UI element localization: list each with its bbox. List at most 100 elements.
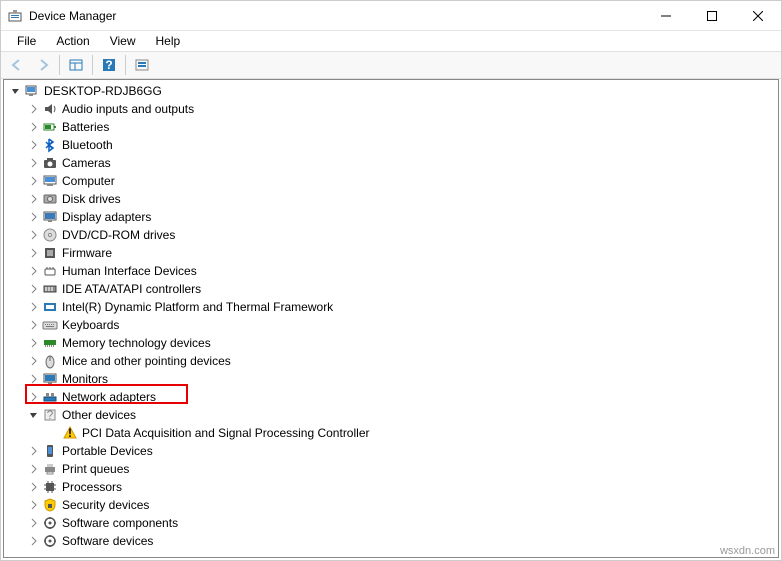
computer-icon: [42, 173, 58, 189]
expand-arrow-icon[interactable]: [26, 191, 42, 207]
expand-arrow-icon[interactable]: [26, 137, 42, 153]
app-icon: [7, 8, 23, 24]
maximize-button[interactable]: [689, 1, 735, 31]
tree-item-label: Software components: [62, 516, 178, 530]
expand-arrow-icon[interactable]: [26, 533, 42, 549]
tree-item-audio[interactable]: Audio inputs and outputs: [4, 100, 778, 118]
expand-arrow-icon[interactable]: [26, 299, 42, 315]
tree-child-item[interactable]: !PCI Data Acquisition and Signal Process…: [4, 424, 778, 442]
expand-arrow-icon[interactable]: [26, 335, 42, 351]
tree-item-label: Computer: [62, 174, 115, 188]
menu-view[interactable]: View: [102, 32, 144, 50]
tree-item-firmware[interactable]: Firmware: [4, 244, 778, 262]
expand-arrow-icon[interactable]: [26, 407, 42, 423]
firmware-icon: [42, 245, 58, 261]
expand-arrow-icon[interactable]: [26, 119, 42, 135]
tree-item-dvd[interactable]: DVD/CD-ROM drives: [4, 226, 778, 244]
title-bar: Device Manager: [1, 1, 781, 31]
tree-item-label: Bluetooth: [62, 138, 113, 152]
intel-icon: [42, 299, 58, 315]
expand-arrow-icon[interactable]: [26, 281, 42, 297]
tree-item-portable[interactable]: Portable Devices: [4, 442, 778, 460]
tree-item-ide[interactable]: IDE ATA/ATAPI controllers: [4, 280, 778, 298]
toolbar-separator: [125, 55, 126, 75]
svg-text:?: ?: [47, 408, 54, 422]
portable-icon: [42, 443, 58, 459]
show-hide-console-button[interactable]: [64, 53, 88, 77]
other-icon: ?: [42, 407, 58, 423]
expand-arrow-icon[interactable]: [26, 263, 42, 279]
expand-arrow-icon[interactable]: [26, 209, 42, 225]
expand-arrow-icon[interactable]: [26, 227, 42, 243]
tree-item-label: Processors: [62, 480, 122, 494]
expand-arrow-icon[interactable]: [26, 101, 42, 117]
disk-icon: [42, 191, 58, 207]
tree-item-label: Memory technology devices: [62, 336, 211, 350]
camera-icon: [42, 155, 58, 171]
tree-item-disk[interactable]: Disk drives: [4, 190, 778, 208]
tree-item-cpu[interactable]: Processors: [4, 478, 778, 496]
tree-item-software[interactable]: Software devices: [4, 532, 778, 550]
tree-root[interactable]: DESKTOP-RDJB6GG: [4, 82, 778, 100]
expand-arrow-icon[interactable]: [26, 155, 42, 171]
tree-item-printer[interactable]: Print queues: [4, 460, 778, 478]
minimize-button[interactable]: [643, 1, 689, 31]
watermark: wsxdn.com: [720, 545, 775, 557]
tree-item-software[interactable]: Software components: [4, 514, 778, 532]
expand-arrow-icon[interactable]: [26, 461, 42, 477]
tree-item-camera[interactable]: Cameras: [4, 154, 778, 172]
tree-item-label: PCI Data Acquisition and Signal Processi…: [82, 426, 369, 440]
ide-icon: [42, 281, 58, 297]
expand-arrow-icon[interactable]: [26, 245, 42, 261]
tree-item-mouse[interactable]: Mice and other pointing devices: [4, 352, 778, 370]
tree-item-label: Intel(R) Dynamic Platform and Thermal Fr…: [62, 300, 333, 314]
expand-arrow-icon[interactable]: [26, 317, 42, 333]
tree-item-intel[interactable]: Intel(R) Dynamic Platform and Thermal Fr…: [4, 298, 778, 316]
svg-text:?: ?: [105, 58, 112, 72]
back-button[interactable]: [5, 53, 29, 77]
tree-item-keyboard[interactable]: Keyboards: [4, 316, 778, 334]
tree-item-label: Software devices: [62, 534, 153, 548]
tree-item-label: Monitors: [62, 372, 108, 386]
menu-file[interactable]: File: [9, 32, 44, 50]
dvd-icon: [42, 227, 58, 243]
tree-item-label: Batteries: [62, 120, 109, 134]
tree-item-bluetooth[interactable]: Bluetooth: [4, 136, 778, 154]
expand-arrow-icon[interactable]: [26, 371, 42, 387]
memory-icon: [42, 335, 58, 351]
scan-hardware-button[interactable]: [130, 53, 154, 77]
expand-arrow-icon[interactable]: [26, 353, 42, 369]
tree-item-memory[interactable]: Memory technology devices: [4, 334, 778, 352]
tree-item-label: Portable Devices: [62, 444, 153, 458]
tree-item-battery[interactable]: Batteries: [4, 118, 778, 136]
tree-item-hid[interactable]: Human Interface Devices: [4, 262, 778, 280]
tree-item-display[interactable]: Display adapters: [4, 208, 778, 226]
network-icon: [42, 389, 58, 405]
tree-item-network[interactable]: Network adapters: [4, 388, 778, 406]
tree-item-label: Disk drives: [62, 192, 121, 206]
cpu-icon: [42, 479, 58, 495]
expand-arrow-icon[interactable]: [26, 479, 42, 495]
computer-icon: [24, 83, 40, 99]
menu-bar: File Action View Help: [1, 31, 781, 51]
tree-item-monitor[interactable]: Monitors: [4, 370, 778, 388]
expand-arrow-icon[interactable]: [8, 83, 24, 99]
tree-item-security[interactable]: Security devices: [4, 496, 778, 514]
menu-help[interactable]: Help: [148, 32, 189, 50]
tree-item-label: Cameras: [62, 156, 111, 170]
expand-arrow-icon[interactable]: [26, 389, 42, 405]
tree-item-other[interactable]: ?Other devices: [4, 406, 778, 424]
expand-arrow-icon[interactable]: [26, 443, 42, 459]
expand-arrow-icon[interactable]: [26, 497, 42, 513]
hid-icon: [42, 263, 58, 279]
expand-arrow-icon[interactable]: [26, 515, 42, 531]
tree-item-label: IDE ATA/ATAPI controllers: [62, 282, 201, 296]
help-button[interactable]: ?: [97, 53, 121, 77]
menu-action[interactable]: Action: [48, 32, 97, 50]
tree-item-computer[interactable]: Computer: [4, 172, 778, 190]
close-button[interactable]: [735, 1, 781, 31]
expand-arrow-icon[interactable]: [26, 173, 42, 189]
device-tree-panel[interactable]: DESKTOP-RDJB6GGAudio inputs and outputs B…: [3, 79, 779, 558]
forward-button[interactable]: [31, 53, 55, 77]
tree-item-label: Print queues: [62, 462, 129, 476]
